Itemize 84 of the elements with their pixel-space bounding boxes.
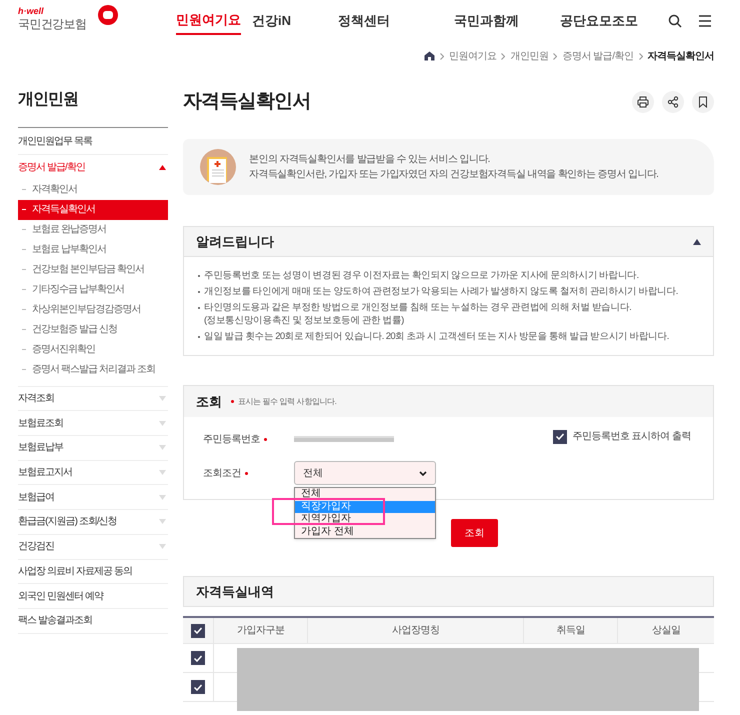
logo-tagline: h·well: [18, 7, 45, 16]
collapse-arrow-icon[interactable]: [159, 164, 166, 170]
column-header: 상실일: [652, 624, 680, 638]
field-label: 조회조건: [203, 466, 241, 480]
sidebar-item[interactable]: 팩스 발송결과조회: [18, 608, 168, 634]
dropdown-option[interactable]: 전체: [295, 488, 435, 500]
checkbox[interactable]: [191, 624, 205, 638]
nav-tab[interactable]: 공단요모조모: [560, 7, 638, 35]
nav-tab[interactable]: 국민과함께: [454, 7, 519, 35]
share-button[interactable]: [662, 91, 684, 113]
sidebar-item[interactable]: 증명서 발급/확인: [18, 155, 168, 180]
sidebar-item[interactable]: 보험료조회: [18, 411, 168, 436]
checkmark-icon: [556, 433, 564, 440]
nav-tab[interactable]: 정책센터: [338, 7, 390, 35]
checkmark-icon: [194, 654, 202, 662]
select-field[interactable]: 전체: [294, 461, 436, 485]
sidebar-subitem[interactable]: 차상위본인부담경감증명서: [18, 300, 168, 320]
nav-tab[interactable]: 건강iN: [252, 7, 291, 35]
logo-mark-icon: [98, 5, 118, 25]
sidebar-subitem[interactable]: 자격득실확인서: [18, 200, 168, 220]
sidebar-subitem[interactable]: 증명서 팩스발급 처리결과 조회: [18, 360, 168, 380]
column-header: 취득일: [556, 624, 585, 638]
notice-text: 일일 발급 횟수는 20회로 제한되어 있습니다. 20회 초과 시 고객센터 또는 지사 방문을 통해 발급 받으시기 바랍니다.: [204, 330, 669, 343]
sidebar-item[interactable]: 보험급여: [18, 485, 168, 510]
field-label: 주민등록번호: [203, 432, 260, 446]
dropdown-option[interactable]: 가입자 전체: [295, 526, 435, 538]
required-note: 표시는 필수 입력 사항입니다.: [238, 396, 336, 408]
sidebar-subitem[interactable]: 건강보험증 발급 신청: [18, 320, 168, 340]
column-header: 가입자구분: [236, 624, 284, 638]
notice-header[interactable]: 알려드립니다: [184, 227, 713, 257]
print-icon: [637, 96, 649, 108]
checkmark-icon: [194, 627, 202, 634]
notice-text: 개인정보를 타인에게 매매 또는 양도하여 관련정보가 악용되는 사례가 발생하지 않도록 철저히 관리하시기 바랍니다.: [204, 285, 678, 298]
breadcrumb-link[interactable]: 증명서 발급/확인: [562, 48, 634, 64]
chevron-right-icon: [440, 52, 444, 60]
checkmark-icon: [194, 684, 202, 690]
chevron-down-icon: [419, 470, 427, 476]
certificate-icon: [200, 149, 236, 185]
bookmark-button[interactable]: [692, 91, 714, 113]
sidebar-item[interactable]: 외국인 민원센터 예약: [18, 584, 168, 609]
sidebar-item[interactable]: 건강검진: [18, 534, 168, 560]
sidebar-item[interactable]: 개인민원업무 목록: [18, 128, 168, 155]
info-text: 자격득실확인서란, 가입자 또는 가입자였던 자의 건강보험자격득실 내역을 확인하는 증명서 입니다.: [249, 168, 658, 182]
breadcrumb-link[interactable]: 민원여기요: [448, 48, 496, 64]
column-header: 사업장명칭: [392, 624, 440, 638]
checkbox[interactable]: [553, 430, 568, 444]
nav-tab[interactable]: 민원여기요: [176, 7, 241, 35]
breadcrumb-link[interactable]: 자격득실확인서: [648, 48, 714, 64]
sidebar-subitem[interactable]: 건강보험 본인부담금 확인서: [18, 260, 168, 280]
sidebar-item[interactable]: 사업장 의료비 자료제공 동의: [18, 560, 168, 584]
sidebar-subitem[interactable]: 기타징수금 납부확인서: [18, 280, 168, 300]
notice-text: 주민등록번호 또는 성명이 변경된 경우 이전자료는 확인되지 않으므로 가까운 지사에 문의하시기 바랍니다.: [204, 269, 638, 282]
sidebar-subitem[interactable]: 보험료 납부확인서: [18, 240, 168, 260]
sidebar-title: 개인민원: [18, 80, 168, 128]
bookmark-icon: [697, 96, 709, 108]
sidebar-subitem[interactable]: 보험료 완납증명서: [18, 220, 168, 240]
info-text: 본인의 자격득실확인서를 발급받을 수 있는 서비스 입니다.: [249, 153, 491, 167]
sidebar-subitem[interactable]: 자격확인서: [18, 180, 168, 200]
sidebar-item[interactable]: 보험료고지서: [18, 460, 168, 486]
print-button[interactable]: [632, 91, 654, 113]
menu-icon[interactable]: [698, 15, 712, 27]
logo-name: 국민건강보험: [18, 18, 88, 30]
sidebar-item[interactable]: 환급금(지원금) 조회/신청: [18, 510, 168, 535]
chevron-right-icon: [553, 52, 558, 60]
sidebar-item[interactable]: 자격조회: [18, 386, 168, 412]
share-icon: [667, 96, 679, 108]
collapse-arrow-icon: [693, 238, 701, 244]
sidebar-item[interactable]: 보험료납부: [18, 436, 168, 461]
dropdown-option[interactable]: 지역가입자: [295, 513, 435, 526]
breadcrumb-link[interactable]: 개인민원: [510, 48, 548, 64]
chevron-right-icon: [501, 52, 506, 60]
notice-title: 알려드립니다: [196, 232, 274, 251]
results-title: 자격득실내역: [183, 576, 714, 607]
checkbox-label: 주민등록번호 표시하여 출력: [572, 430, 691, 444]
checkbox[interactable]: [191, 680, 205, 694]
chevron-right-icon: [638, 52, 642, 60]
sidebar-subitem[interactable]: 증명서진위확인: [18, 340, 168, 360]
search-button[interactable]: 조회: [451, 519, 498, 547]
home-icon[interactable]: [424, 51, 435, 61]
search-icon[interactable]: [668, 14, 682, 28]
page-title: 자격득실확인서: [183, 90, 311, 114]
notice-text: 타인명의도용과 같은 부정한 방법으로 개인정보를 침해 또는 누설하는 경우 관련법에 의해 처벌 받습니다. (정보통신망이용촉진 및 정보보호등에 관한 법률): [204, 301, 632, 327]
checkbox[interactable]: [191, 651, 205, 665]
search-title: 조회: [196, 392, 222, 411]
